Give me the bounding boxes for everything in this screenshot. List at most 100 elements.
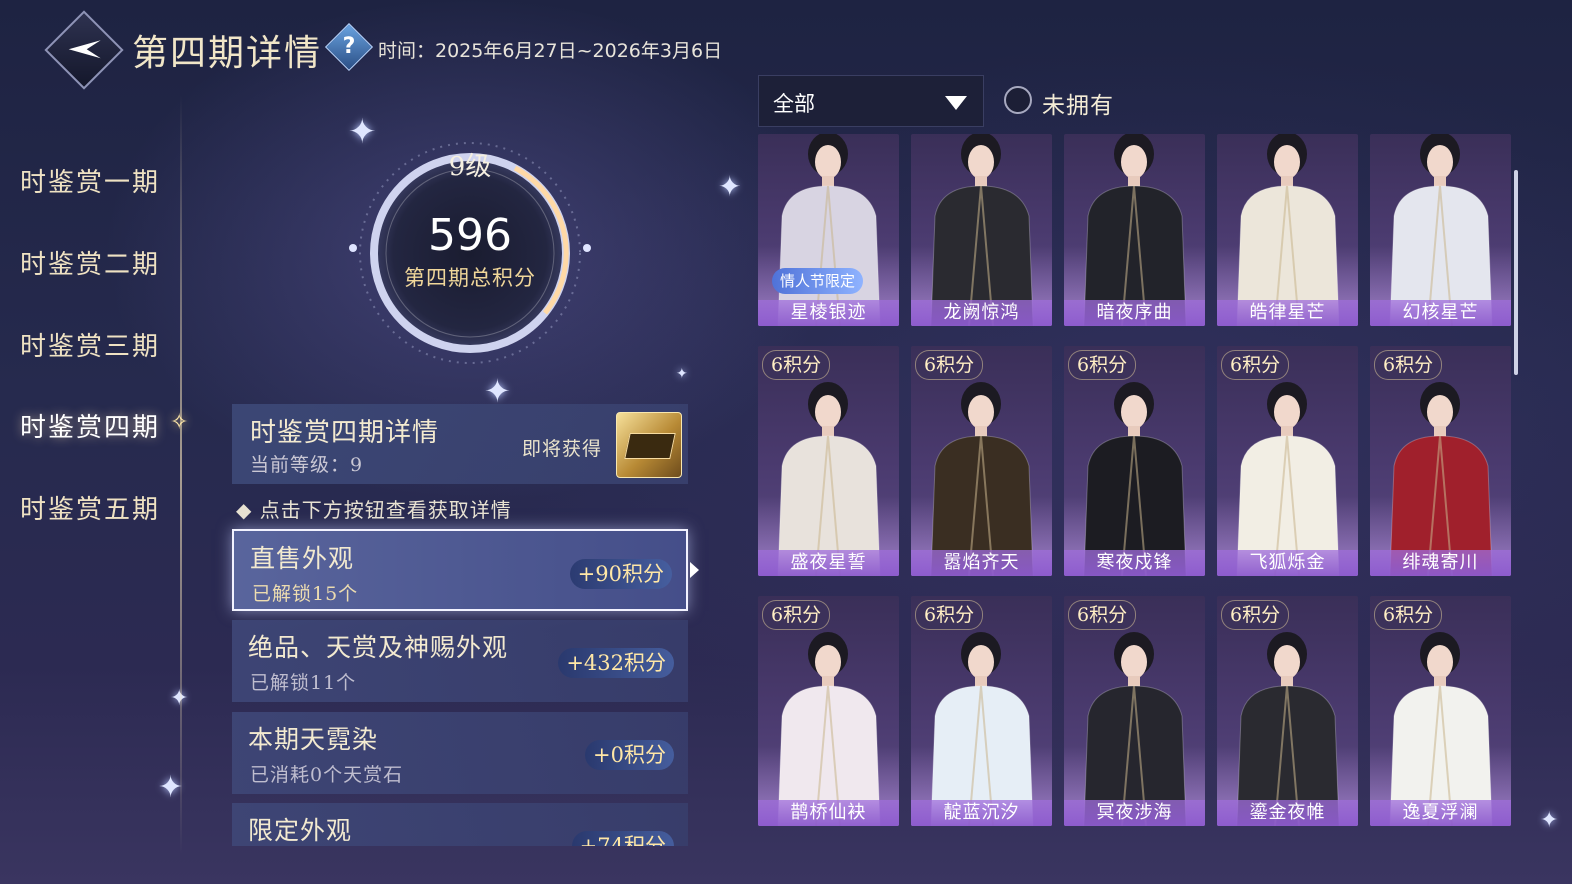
outfit-name: 靛蓝沉汐 [911, 800, 1052, 826]
outfit-card[interactable]: 6积分靛蓝沉汐 [911, 596, 1052, 826]
character-portrait [1083, 632, 1187, 826]
character-portrait [1083, 382, 1187, 576]
category-points: +0积分 [585, 740, 674, 770]
not-owned-label[interactable]: 未拥有 [1042, 86, 1114, 120]
character-portrait [777, 382, 881, 576]
character-portrait [777, 134, 881, 326]
outfit-card[interactable]: 6积分鹊桥仙袂 [758, 596, 899, 826]
character-portrait [1083, 134, 1187, 326]
outfit-points-badge: 6积分 [915, 600, 984, 630]
nav-item-season-5[interactable]: 时鉴赏五期 [20, 489, 160, 526]
character-portrait [930, 382, 1034, 576]
outfit-name: 寒夜戍锋 [1064, 550, 1205, 576]
outfit-card[interactable]: 暗夜序曲 [1064, 134, 1205, 326]
character-portrait [930, 632, 1034, 826]
character-portrait [930, 134, 1034, 326]
season-detail-card[interactable]: 时鉴赏四期详情 当前等级：9 即将获得 [232, 404, 688, 484]
chevron-down-icon [945, 96, 967, 110]
nav-item-season-2[interactable]: 时鉴赏二期 [20, 244, 160, 281]
category-sub: 已消耗0个天赏石 [250, 764, 404, 786]
sparkle-icon: ✦ [676, 366, 688, 382]
filter-dropdown[interactable]: 全部 [758, 75, 984, 127]
character-portrait [777, 632, 881, 826]
category-direct-sale[interactable]: 直售外观 已解锁15个 +90积分 [232, 529, 688, 611]
outfit-name: 嚣焰齐天 [911, 550, 1052, 576]
back-button[interactable] [44, 10, 124, 90]
outfit-name: 星棱银迹 [758, 300, 899, 326]
character-portrait [1236, 134, 1340, 326]
outfit-grid[interactable]: 情人节限定 星棱银迹 龙阙惊鸿 暗夜序曲 皓律星芒 幻核星芒 6积分 盛夜星誓 6积分 嚣焰齐天 6… [758, 134, 1520, 846]
outfit-name: 龙阙惊鸿 [911, 300, 1052, 326]
character-portrait [1236, 632, 1340, 826]
sparkle-icon: ✦ [718, 170, 742, 203]
not-owned-radio[interactable] [1004, 86, 1032, 114]
outfit-card[interactable]: 6积分寒夜戍锋 [1064, 346, 1205, 576]
outfit-card[interactable]: 6积分飞狐烁金 [1217, 346, 1358, 576]
upcoming-reward-label: 即将获得 [522, 438, 603, 460]
outfit-name: 盛夜星誓 [758, 550, 899, 576]
current-level: 当前等级：9 [250, 454, 364, 476]
category-dye[interactable]: 本期天霓染 已消耗0个天赏石 +0积分 [232, 712, 688, 794]
help-button[interactable]: ? [324, 22, 374, 72]
outfit-name: 鎏金夜帷 [1217, 800, 1358, 826]
outfit-points-badge: 6积分 [1374, 600, 1443, 630]
outfit-name: 绯魂寄川 [1370, 550, 1511, 576]
nav-item-season-4[interactable]: 时鉴赏四期 [20, 407, 160, 444]
outfit-card[interactable]: 幻核星芒 [1370, 134, 1511, 326]
selected-arrow-icon [690, 562, 699, 578]
outfit-card[interactable]: 6积分嚣焰齐天 [911, 346, 1052, 576]
hint-text: ◆ 点击下方按钮查看获取详情 [236, 498, 512, 522]
outfit-card[interactable]: 皓律星芒 [1217, 134, 1358, 326]
level-ring: 9级 596 第四期总积分 [345, 138, 595, 378]
total-score-label: 第四期总积分 [404, 266, 536, 290]
level-label: 9级 [448, 152, 492, 182]
category-points: +432积分 [558, 648, 674, 678]
nav-item-season-3[interactable]: 时鉴赏三期 [20, 326, 160, 363]
total-score: 596 [428, 210, 512, 261]
category-sub: 已解锁15个 [252, 583, 359, 605]
outfit-points-badge: 6积分 [762, 600, 831, 630]
outfit-points-badge: 6积分 [1374, 350, 1443, 380]
outfit-points-badge: 6积分 [1221, 350, 1290, 380]
outfit-card[interactable]: 龙阙惊鸿 [911, 134, 1052, 326]
character-portrait [1389, 382, 1493, 576]
filter-selected-value: 全部 [773, 92, 815, 116]
category-title: 本期天霓染 [248, 725, 379, 754]
category-clip: 限定外观 +74积分 [232, 803, 688, 846]
outfit-card[interactable]: 情人节限定星棱银迹 [758, 134, 899, 326]
outfit-points-badge: 6积分 [1068, 350, 1137, 380]
outfit-card[interactable]: 6积分鎏金夜帷 [1217, 596, 1358, 826]
category-points: +90积分 [569, 559, 672, 589]
outfit-name: 暗夜序曲 [1064, 300, 1205, 326]
outfit-name: 冥夜涉海 [1064, 800, 1205, 826]
outfit-card[interactable]: 6积分逸夏浮澜 [1370, 596, 1511, 826]
nav-item-season-1[interactable]: 时鉴赏一期 [20, 162, 160, 199]
category-sub: 已解锁11个 [250, 672, 357, 694]
outfit-name: 皓律星芒 [1217, 300, 1358, 326]
outfit-points-badge: 6积分 [1221, 600, 1290, 630]
outfit-points-badge: 6积分 [762, 350, 831, 380]
category-title: 直售外观 [250, 544, 355, 573]
outfit-card[interactable]: 6积分 冥夜涉海 [1064, 596, 1205, 826]
time-range: 时间：2025年6月27日~2026年3月6日 [378, 40, 723, 62]
outfit-name: 鹊桥仙袂 [758, 800, 899, 826]
season-detail-title: 时鉴赏四期详情 [250, 418, 440, 448]
outfit-card[interactable]: 6积分盛夜星誓 [758, 346, 899, 576]
category-limited[interactable]: 限定外观 +74积分 [232, 803, 688, 846]
limited-tag: 情人节限定 [772, 268, 864, 294]
outfit-points-badge: 6积分 [915, 350, 984, 380]
nav-divider [180, 95, 182, 855]
category-premium-outfits[interactable]: 绝品、天赏及神赐外观 已解锁11个 +432积分 [232, 620, 688, 702]
category-title: 绝品、天赏及神赐外观 [248, 633, 509, 662]
outfit-name: 逸夏浮澜 [1370, 800, 1511, 826]
outfit-name: 飞狐烁金 [1217, 550, 1358, 576]
category-points: +74积分 [571, 831, 674, 846]
outfit-card[interactable]: 6积分绯魂寄川 [1370, 346, 1511, 576]
back-arrow-icon [68, 40, 101, 59]
scrollbar[interactable] [1514, 170, 1518, 375]
character-portrait [1389, 134, 1493, 326]
page-title: 第四期详情 [132, 33, 323, 74]
upcoming-reward-icon[interactable] [616, 412, 682, 478]
active-indicator-icon: ✧ [170, 410, 189, 435]
character-portrait [1236, 382, 1340, 576]
